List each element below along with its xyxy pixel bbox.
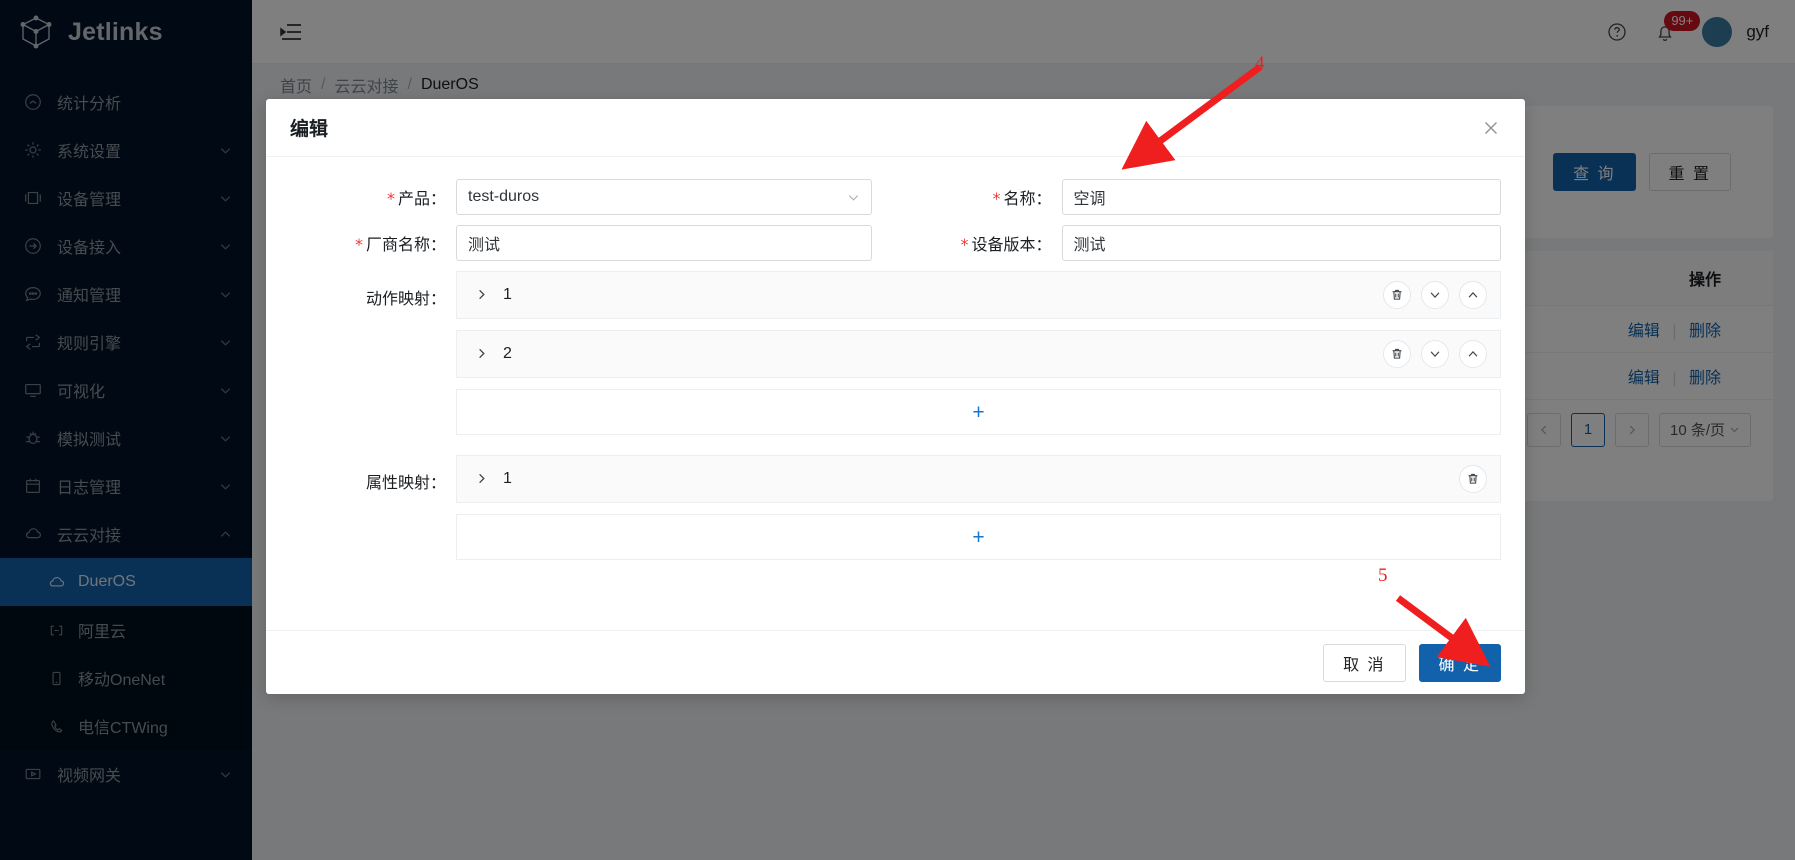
device-version-input[interactable]: 测试: [1061, 225, 1501, 261]
add-action-mapping-button[interactable]: +: [456, 389, 1501, 435]
chevron-right-icon[interactable]: [475, 472, 489, 486]
action-mapping-panel-1[interactable]: 1: [456, 271, 1501, 319]
required-marker: *: [992, 189, 1001, 208]
dialog-body: * 产品： test-duros * 名称： 空调 * 厂商名称： 测试 * 设…: [266, 157, 1525, 630]
plus-icon: +: [972, 400, 985, 424]
panel-title: 1: [503, 470, 512, 487]
form-item-name: * 名称： 空调: [896, 179, 1501, 215]
dialog-title: 编辑: [290, 119, 329, 140]
panel-actions: [1459, 465, 1487, 493]
confirm-button[interactable]: 确 定: [1418, 643, 1501, 682]
action-mapping-section: 动作映射： 1 2 +: [290, 271, 1501, 435]
panel-actions: [1383, 281, 1487, 309]
property-mapping-panel-1[interactable]: 1: [456, 455, 1501, 503]
device-version-value: 测试: [1073, 237, 1106, 254]
required-marker: *: [960, 235, 969, 254]
app-root: Jetlinks 统计分析 系统设置: [0, 0, 1795, 860]
property-mapping-label: 属性映射：: [365, 475, 446, 492]
product-label: * 产品：: [386, 189, 446, 208]
action-mapping-body: 1 2 +: [456, 271, 1501, 435]
action-mapping-panel-2[interactable]: 2: [456, 330, 1501, 378]
manufacturer-input[interactable]: 测试: [456, 225, 872, 261]
add-property-mapping-button[interactable]: +: [456, 514, 1501, 560]
annotation-label-4: 4: [1255, 53, 1265, 74]
chevron-right-icon[interactable]: [475, 347, 489, 361]
device-version-label: * 设备版本：: [960, 235, 1052, 254]
required-marker: *: [386, 189, 395, 208]
panel-title: 1: [503, 286, 512, 303]
chevron-down-icon: [847, 191, 860, 204]
move-up-icon[interactable]: [1459, 281, 1487, 309]
form-item-device-version: * 设备版本： 测试: [896, 225, 1501, 261]
action-mapping-label: 动作映射：: [365, 291, 446, 308]
delete-icon[interactable]: [1459, 465, 1487, 493]
move-up-icon[interactable]: [1459, 340, 1487, 368]
property-mapping-body: 1 +: [456, 455, 1501, 560]
chevron-right-icon[interactable]: [475, 288, 489, 302]
delete-icon[interactable]: [1383, 281, 1411, 309]
form-row-2: * 厂商名称： 测试 * 设备版本： 测试: [290, 225, 1501, 261]
move-down-icon[interactable]: [1421, 340, 1449, 368]
dialog-header: 编辑: [266, 99, 1525, 157]
product-select[interactable]: test-duros: [456, 179, 872, 215]
manufacturer-value: 测试: [468, 237, 501, 254]
plus-icon: +: [972, 525, 985, 549]
delete-icon[interactable]: [1383, 340, 1411, 368]
move-down-icon[interactable]: [1421, 281, 1449, 309]
form-item-manufacturer: * 厂商名称： 测试: [290, 225, 896, 261]
edit-dialog: 编辑 * 产品： test-duros * 名称： 空调 * 厂商名称： 测试 …: [266, 99, 1525, 694]
cancel-button[interactable]: 取 消: [1323, 643, 1406, 682]
name-value: 空调: [1073, 191, 1106, 208]
form-row-1: * 产品： test-duros * 名称： 空调: [290, 179, 1501, 215]
annotation-label-5: 5: [1378, 565, 1388, 586]
property-mapping-section: 属性映射： 1 +: [290, 455, 1501, 560]
name-input[interactable]: 空调: [1061, 179, 1501, 215]
close-icon[interactable]: [1481, 118, 1501, 138]
manufacturer-label: * 厂商名称：: [354, 235, 446, 254]
required-marker: *: [354, 235, 363, 254]
name-label: * 名称：: [992, 189, 1052, 208]
panel-title: 2: [503, 345, 512, 362]
panel-actions: [1383, 340, 1487, 368]
product-value: test-duros: [468, 188, 540, 205]
form-item-product: * 产品： test-duros: [290, 179, 896, 215]
dialog-footer: 取 消 确 定: [266, 630, 1525, 694]
